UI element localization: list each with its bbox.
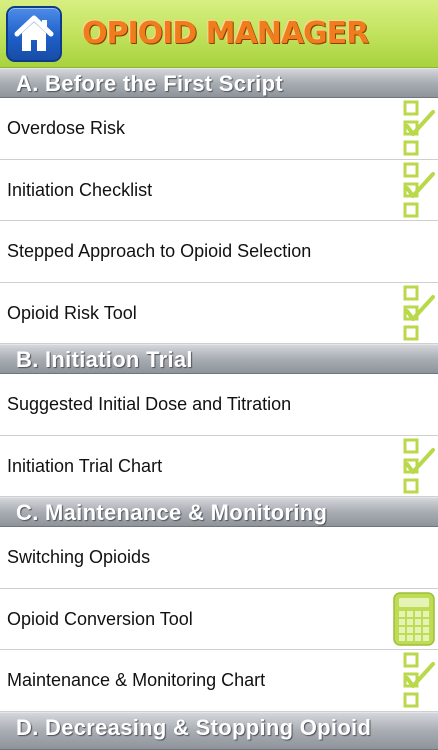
- calculator-icon: [393, 591, 435, 646]
- list-item-label: Stepped Approach to Opioid Selection: [7, 241, 312, 261]
- list-item-label: Opioid Conversion Tool: [7, 608, 193, 629]
- list-item-label: Initiation Checklist: [7, 179, 153, 200]
- checklist-icon: [403, 438, 435, 493]
- list-item-label: Switching Opioids: [7, 547, 151, 567]
- list-item-label: Overdose Risk: [7, 118, 126, 138]
- list-item-initiation-trial-chart[interactable]: Initiation Trial Chart: [0, 435, 438, 497]
- list-item-switching-opioids[interactable]: Switching Opioids: [0, 527, 438, 589]
- app-title: OPIOID MANAGER: [82, 16, 369, 51]
- list-item-label: Maintenance & Monitoring Chart: [7, 670, 266, 690]
- section-header-decreasing-stopping: D. Decreasing & Stopping Opioid: [0, 712, 438, 750]
- home-button[interactable]: [6, 6, 62, 62]
- home-icon: [14, 15, 54, 51]
- list-item-maintenance-monitoring-chart[interactable]: Maintenance & Monitoring Chart: [0, 650, 438, 712]
- list-item-label: Suggested Initial Dose and Titration: [7, 394, 292, 414]
- list-item-label: Initiation Trial Chart: [7, 455, 163, 476]
- list-item-stepped-approach[interactable]: Stepped Approach to Opioid Selection: [0, 221, 438, 283]
- section-header-initiation-trial: B. Initiation Trial: [0, 344, 438, 374]
- list-item-overdose-risk[interactable]: Overdose Risk: [0, 98, 438, 160]
- section-header-before-first-script: A. Before the First Script: [0, 68, 438, 98]
- checklist-icon: [403, 162, 435, 217]
- app-header: OPIOID MANAGER: [0, 0, 438, 68]
- checklist-icon: [403, 100, 435, 156]
- section-header-maintenance-monitoring: C. Maintenance & Monitoring: [0, 497, 438, 527]
- list-item-opioid-risk-tool[interactable]: Opioid Risk Tool: [0, 282, 438, 344]
- list-item-opioid-conversion-tool[interactable]: Opioid Conversion Tool: [0, 588, 438, 650]
- checklist-icon: [403, 285, 435, 340]
- list-item-initiation-checklist[interactable]: Initiation Checklist: [0, 159, 438, 221]
- list-item-initial-dose[interactable]: Suggested Initial Dose and Titration: [0, 374, 438, 436]
- list-item-label: Opioid Risk Tool: [7, 302, 137, 323]
- checklist-icon: [403, 652, 435, 708]
- opioid-manager-screen: OPIOID MANAGER A. Before the First Scrip…: [0, 0, 438, 750]
